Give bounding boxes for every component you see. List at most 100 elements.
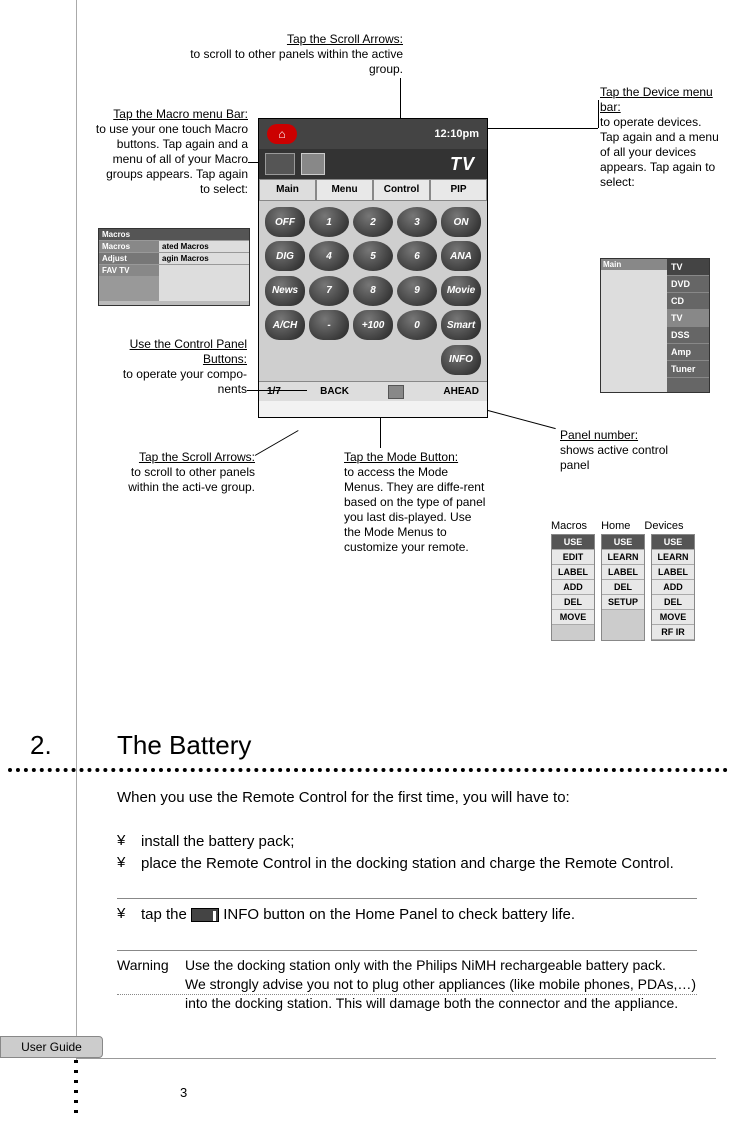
remote-tabs: Main Menu Control PIP bbox=[259, 179, 487, 201]
section-title: The Battery bbox=[117, 730, 251, 761]
menu-item: ADD bbox=[652, 580, 694, 595]
remote-screenshot: ⌂ 12:10pm TV Main Menu Control PIP OFF 1… bbox=[258, 118, 488, 418]
bullet-text: place the Remote Control in the docking … bbox=[141, 854, 697, 874]
connector-line bbox=[400, 78, 401, 120]
annotation-title: Tap the Scroll Arrows: bbox=[139, 450, 255, 464]
menu-item: LEARN bbox=[652, 550, 694, 565]
menu-home: USE LEARN LABEL DEL SETUP bbox=[601, 534, 645, 641]
left-margin-line bbox=[76, 0, 77, 1060]
warning-block: Warning Use the docking station only wit… bbox=[117, 956, 697, 1013]
remote-btn: A/CH bbox=[265, 310, 305, 340]
menu-item: LEARN bbox=[602, 550, 644, 565]
bullet-text: install the battery pack; bbox=[141, 832, 697, 852]
warning-text: Use the docking station only with the Ph… bbox=[185, 956, 697, 1013]
remote-btn: ON bbox=[441, 207, 481, 237]
remote-btn: DIG bbox=[265, 241, 305, 271]
annotation-title: Tap the Scroll Arrows: bbox=[287, 32, 403, 46]
remote-btn: 0 bbox=[397, 310, 437, 340]
mini-left-header: Main bbox=[601, 259, 669, 270]
info-post: INFO button on the Home Panel to check b… bbox=[223, 906, 575, 923]
remote-btn: OFF bbox=[265, 207, 305, 237]
annotation-body: to access the Mode Menus. They are diffe… bbox=[344, 465, 485, 554]
annotation-body: to scroll to other panels within the act… bbox=[190, 47, 403, 76]
annotation-title: Panel number: bbox=[560, 428, 638, 442]
macro-bar-icon bbox=[265, 153, 295, 175]
remote-button-grid: OFF 1 2 3 ON DIG 4 5 6 ANA News 7 8 9 Mo… bbox=[259, 201, 487, 381]
connector-line bbox=[247, 390, 307, 391]
back-label: BACK bbox=[320, 386, 349, 397]
bullet-mark: ¥ bbox=[117, 832, 129, 852]
menu-macros: USE EDIT LABEL ADD DEL MOVE bbox=[551, 534, 595, 641]
info-pre: tap the bbox=[141, 906, 191, 923]
menu-item: LABEL bbox=[602, 565, 644, 580]
annotation-device-bar: Tap the Device menu bar: to operate devi… bbox=[600, 85, 720, 190]
mini-row: Macros bbox=[99, 241, 159, 253]
remote-btn: 5 bbox=[353, 241, 393, 271]
menu-item: MOVE bbox=[552, 610, 594, 625]
annotation-title: Tap the Mode Button: bbox=[344, 450, 458, 464]
annotation-title: Use the Control Panel Buttons: bbox=[130, 337, 247, 366]
menu-item: DEL bbox=[602, 580, 644, 595]
dev-item: DSS bbox=[667, 327, 709, 344]
bullet-mark: ¥ bbox=[117, 854, 129, 874]
connector-line bbox=[488, 410, 556, 429]
section-dots bbox=[8, 768, 728, 772]
remote-title: TV bbox=[450, 154, 481, 175]
menu-item: ADD bbox=[552, 580, 594, 595]
ahead-label: AHEAD bbox=[443, 386, 479, 397]
mode-menus: Macros Home Devices USE EDIT LABEL ADD D… bbox=[551, 520, 711, 641]
dev-item: DVD bbox=[667, 276, 709, 293]
panel-number: 1/7 bbox=[267, 386, 281, 397]
remote-time: 12:10pm bbox=[434, 128, 479, 140]
menu-item: DEL bbox=[552, 595, 594, 610]
annotation-body: to operate devices. Tap again and a menu… bbox=[600, 115, 719, 189]
remote-btn: ANA bbox=[441, 241, 481, 271]
remote-btn: 8 bbox=[353, 276, 393, 306]
dev-item: TV bbox=[667, 310, 709, 327]
menu-item: MOVE bbox=[652, 610, 694, 625]
remote-btn: 7 bbox=[309, 276, 349, 306]
remote-btn: 2 bbox=[353, 207, 393, 237]
annotation-scroll-bottom: Tap the Scroll Arrows: to scroll to othe… bbox=[105, 450, 255, 495]
page-number: 3 bbox=[180, 1085, 187, 1100]
dev-item: CD bbox=[667, 293, 709, 310]
connector-line bbox=[380, 418, 381, 448]
remote-btn: 4 bbox=[309, 241, 349, 271]
remote-btn: +100 bbox=[353, 310, 393, 340]
annotation-body: to use your one touch Macro buttons. Tap… bbox=[96, 122, 248, 196]
menu-item: RF IR bbox=[652, 625, 694, 640]
divider-dotted bbox=[117, 994, 697, 995]
annotation-panel-number: Panel number: shows active control panel bbox=[560, 428, 700, 473]
remote-btn: 9 bbox=[397, 276, 437, 306]
annotation-title: Tap the Macro menu Bar: bbox=[113, 107, 248, 121]
macros-mini-screenshot: Macros Macros Adjust FAV TV ated Macros … bbox=[98, 228, 250, 306]
annotation-body: to scroll to other panels within the act… bbox=[128, 465, 255, 494]
dev-item: Amp bbox=[667, 344, 709, 361]
menu-item: LABEL bbox=[552, 565, 594, 580]
menu-item: USE bbox=[602, 535, 644, 550]
mini-side: agin Macros bbox=[159, 253, 249, 265]
menu-item: EDIT bbox=[552, 550, 594, 565]
bullet-list-info: ¥ tap the INFO button on the Home Panel … bbox=[117, 905, 697, 927]
bullet-mark: ¥ bbox=[117, 905, 129, 925]
remote-tab: Control bbox=[373, 179, 430, 201]
menu-devices: USE LEARN LABEL ADD DEL MOVE RF IR bbox=[651, 534, 695, 641]
home-icon: ⌂ bbox=[267, 124, 297, 144]
bottom-line bbox=[76, 1058, 716, 1059]
remote-btn: 1 bbox=[309, 207, 349, 237]
annotation-control-panel: Use the Control Panel Buttons: to operat… bbox=[95, 337, 247, 397]
dev-item: TV bbox=[667, 259, 709, 276]
remote-titlebar: TV bbox=[259, 149, 487, 179]
remote-btn: - bbox=[309, 310, 349, 340]
divider-rule bbox=[117, 950, 697, 951]
section-number: 2. bbox=[30, 730, 52, 761]
warning-p1: Use the docking station only with the Ph… bbox=[185, 957, 666, 973]
remote-header: ⌂ 12:10pm bbox=[259, 119, 487, 149]
remote-btn: Movie bbox=[441, 276, 481, 306]
menu-item: USE bbox=[652, 535, 694, 550]
mini-header: Macros bbox=[99, 229, 249, 241]
annotation-macro-bar: Tap the Macro menu Bar: to use your one … bbox=[95, 107, 248, 197]
warning-label: Warning bbox=[117, 956, 177, 1013]
menu-item: SETUP bbox=[602, 595, 644, 610]
remote-tab: Main bbox=[259, 179, 316, 201]
